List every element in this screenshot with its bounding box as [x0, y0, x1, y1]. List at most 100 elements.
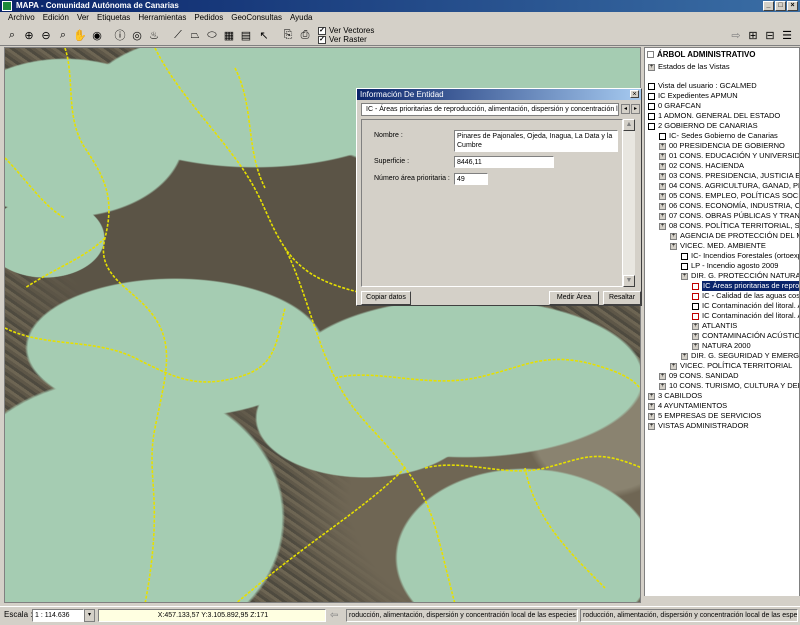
nombre-value[interactable]: Pinares de Pajonales, Ojeda, Inagua, La … [454, 130, 618, 152]
scroll-down-icon[interactable]: ▼ [623, 275, 635, 287]
tree-item[interactable]: 0 GRAFCAN [648, 101, 701, 111]
tree-item[interactable]: +00 PRESIDENCIA DE GOBIERNO [659, 141, 785, 151]
menu-geoconsultas[interactable]: GeoConsultas [227, 12, 286, 24]
expand-icon[interactable]: + [692, 332, 699, 340]
fire-icon[interactable]: ♨ [146, 27, 162, 43]
expand-icon[interactable]: + [659, 382, 666, 390]
tree-item[interactable]: +02 CONS. HACIENDA [659, 161, 744, 171]
tab-next-icon[interactable]: ▸ [631, 104, 640, 114]
minimize-button[interactable]: _ [763, 1, 774, 11]
copy-icon[interactable]: ⎘ [280, 27, 296, 43]
tree-item[interactable]: + VICEC. POLÍTICA TERRITORIAL [670, 361, 792, 371]
select-arrow-icon[interactable]: ↖ [256, 27, 272, 43]
tree-item[interactable]: IC - Calidad de las aguas costeras [692, 291, 799, 301]
pan-hand-icon[interactable]: ✋ [72, 27, 88, 43]
measure-area-icon[interactable]: ⏢ [187, 27, 203, 43]
tree-item[interactable]: IC- Incendios Forestales (ortoexpres [681, 251, 799, 261]
expand-icon[interactable]: + [692, 342, 699, 350]
tree-item[interactable]: IC Áreas prioritarias de reproducción [692, 281, 799, 291]
tree-item[interactable]: + VISTAS ADMINISTRADOR [648, 421, 749, 431]
dialog-titlebar[interactable]: Información De Entidad × [357, 89, 641, 100]
highlight-button[interactable]: Resaltar [603, 291, 641, 305]
tree-options-icon[interactable]: ☰ [779, 27, 795, 43]
forward-arrow-icon[interactable]: ⇨ [728, 27, 744, 43]
tree-item[interactable]: +03 CONS. PRESIDENCIA, JUSTICIA E IGUALD… [659, 171, 799, 181]
tree-item[interactable]: +3 CABILDOS [648, 391, 702, 401]
expand-icon[interactable]: + [659, 182, 666, 190]
tree-item[interactable]: +07 CONS. OBRAS PÚBLICAS Y TRANSPORTES [659, 211, 799, 221]
expand-icon[interactable]: + [648, 412, 655, 420]
checkbox-icon[interactable] [692, 312, 699, 320]
checkbox-icon[interactable] [648, 112, 655, 120]
tree-item[interactable]: +04 CONS. AGRICULTURA, GANAD, PESCA [659, 181, 799, 191]
expand-icon[interactable]: + [648, 392, 655, 400]
expand-icon[interactable]: + [659, 222, 666, 230]
expand-icon[interactable]: + [648, 402, 655, 410]
checkbox-icon[interactable] [681, 262, 688, 270]
tree-hscrollbar[interactable] [644, 596, 800, 604]
tree-item[interactable]: +4 AYUNTAMIENTOS [648, 401, 727, 411]
tree-collapse-icon[interactable]: ⊟ [762, 27, 778, 43]
menu-pedidos[interactable]: Pedidos [190, 12, 227, 24]
checkbox-icon[interactable] [648, 102, 655, 110]
layer-arrow-icon[interactable]: ⇦ [330, 610, 338, 621]
expand-icon[interactable]: + [670, 242, 677, 250]
target-icon[interactable]: ◎ [129, 27, 145, 43]
zoom-out-icon[interactable]: ⊖ [38, 27, 54, 43]
print-icon[interactable]: ⎙ [297, 27, 313, 43]
tab-prev-icon[interactable]: ◂ [621, 104, 630, 114]
dialog-close-button[interactable]: × [630, 90, 639, 98]
measure-area-button[interactable]: Medir Área [549, 291, 599, 305]
checkbox-icon[interactable] [692, 302, 699, 310]
expand-icon[interactable]: + [659, 162, 666, 170]
expand-icon[interactable]: + [670, 232, 677, 240]
checkbox-icon[interactable] [659, 132, 666, 140]
expand-icon[interactable]: + [659, 152, 666, 160]
menu-etiquetas[interactable]: Etiquetas [93, 12, 134, 24]
superficie-value[interactable]: 8446,11 [454, 156, 554, 168]
expand-icon[interactable]: + [659, 192, 666, 200]
expand-icon[interactable]: + [659, 202, 666, 210]
numero-area-value[interactable]: 49 [454, 173, 488, 185]
tree-item[interactable]: IC- Sedes Gobierno de Canarias [659, 131, 778, 141]
tree-item[interactable]: IC Contaminación del litoral. Afl [692, 311, 799, 321]
measure-line-icon[interactable]: ⟋ [170, 27, 186, 43]
tree-expand-icon[interactable]: ⊞ [745, 27, 761, 43]
tree-item[interactable]: Vista del usuario : GCALMED [648, 81, 757, 91]
checkbox-icon[interactable] [692, 292, 699, 300]
table-icon[interactable]: ▦ [221, 27, 237, 43]
menu-archivo[interactable]: Archivo [4, 12, 39, 24]
tree-item[interactable]: +AGENCIA DE PROTECCIÓN DEL MEDIO [670, 231, 799, 241]
dialog-scrollbar[interactable]: ▲ ▼ [623, 119, 635, 287]
ver-raster-checkbox[interactable]: ✓ Ver Raster [318, 35, 367, 44]
expand-icon[interactable]: + [681, 352, 688, 360]
expand-icon[interactable]: + [659, 172, 666, 180]
tree-item[interactable]: +01 CONS. EDUCACIÓN Y UNIVERSIDADES [659, 151, 799, 161]
raster-icon[interactable]: ▤ [238, 27, 254, 43]
expand-icon[interactable]: + [648, 63, 655, 71]
tree-item[interactable]: + CONTAMINACIÓN ACÚSTICA [692, 331, 799, 341]
tree-item[interactable]: + VICEC. MED. AMBIENTE [670, 241, 766, 251]
menu-edicion[interactable]: Edición [39, 12, 73, 24]
zoom-window-icon[interactable]: ⌕ [55, 27, 71, 43]
checkbox-icon[interactable] [648, 122, 655, 130]
checkbox-icon[interactable] [681, 252, 688, 260]
layer-tab[interactable]: IC - Áreas prioritarias de reproducción,… [361, 103, 619, 116]
expand-icon[interactable]: + [659, 142, 666, 150]
tree-item[interactable]: +10 CONS. TURISMO, CULTURA Y DEPORTES [659, 381, 799, 391]
menu-ayuda[interactable]: Ayuda [286, 12, 317, 24]
ver-vectores-checkbox[interactable]: ✓ Ver Vectores [318, 26, 374, 35]
scale-dropdown-icon[interactable]: ▾ [84, 609, 95, 622]
close-button[interactable]: × [787, 1, 798, 11]
expand-icon[interactable]: + [659, 372, 666, 380]
ellipse-icon[interactable]: ⬭ [204, 27, 220, 43]
tree-item[interactable]: 2 GOBIERNO DE CANARIAS [648, 121, 758, 131]
tree-item[interactable]: IC Expedientes APMUN [648, 91, 738, 101]
tree-item[interactable]: +08 CONS. POLÍTICA TERRITORIAL, SOSTENIB… [659, 221, 799, 231]
zoom-in-icon[interactable]: ⊕ [21, 27, 37, 43]
checkbox-icon[interactable] [648, 82, 655, 90]
checkbox-icon[interactable] [648, 92, 655, 100]
menu-herramientas[interactable]: Herramientas [134, 12, 190, 24]
scroll-up-icon[interactable]: ▲ [623, 119, 635, 131]
checkbox-icon[interactable] [692, 282, 699, 290]
